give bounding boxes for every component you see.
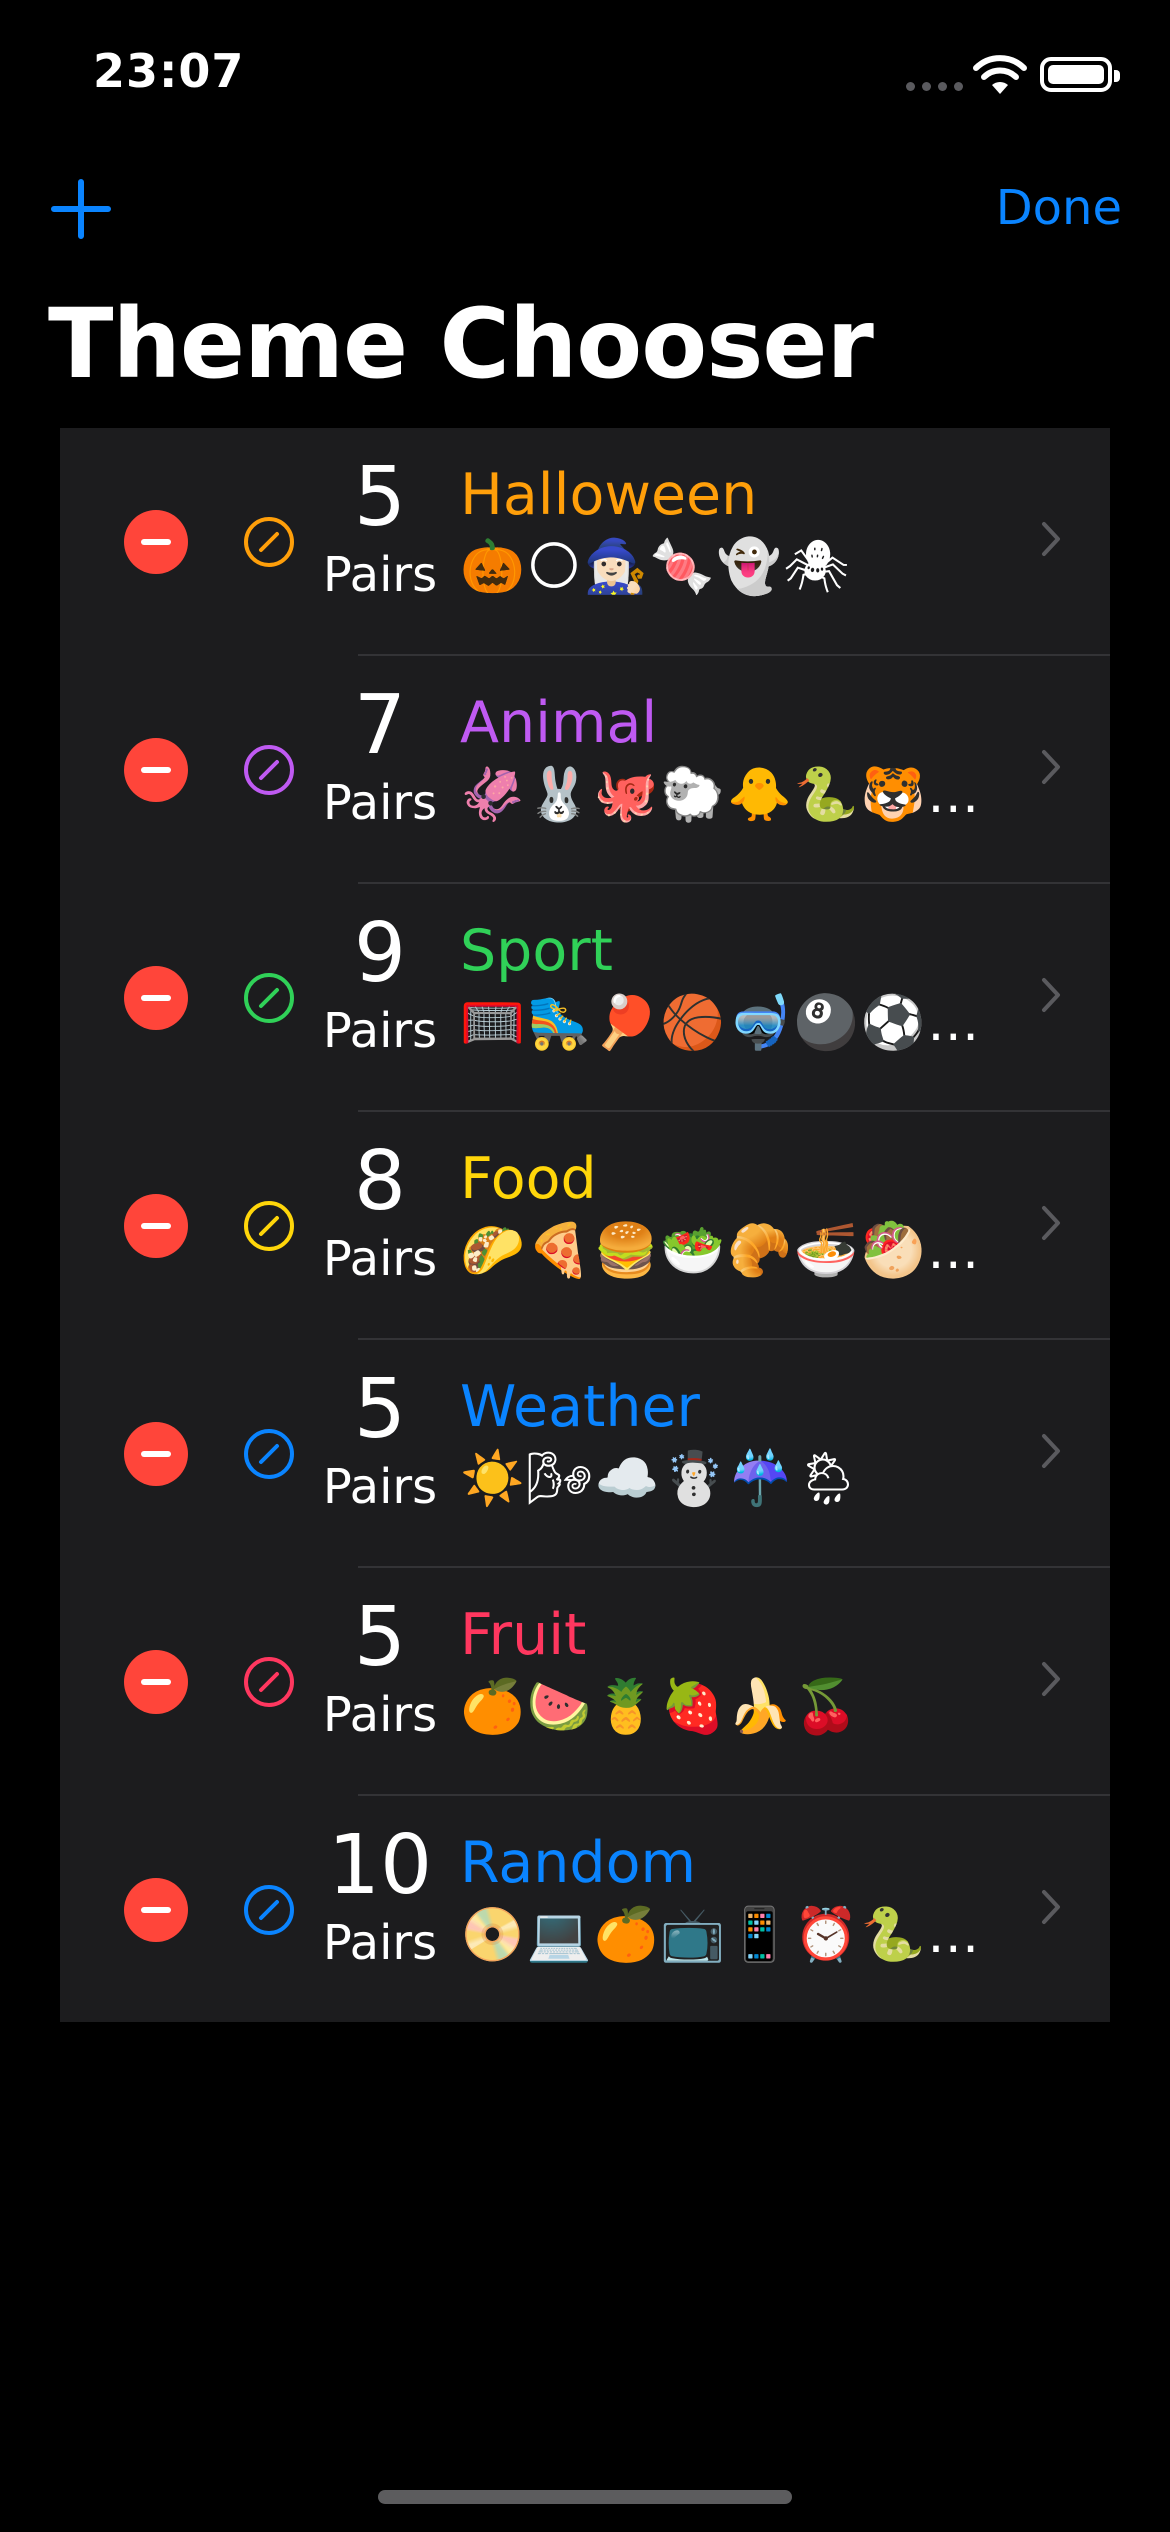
- theme-list: 5 Pairs Halloween 🎃🌕🧙🏻‍♀️🍬👻🕷 7 Pairs Ani…: [60, 428, 1110, 2022]
- chevron-right-icon[interactable]: [1040, 748, 1062, 786]
- pairs-label: Pairs: [322, 1915, 438, 1971]
- page-title: Theme Chooser: [48, 288, 874, 400]
- chevron-right-icon[interactable]: [1040, 1888, 1062, 1926]
- theme-emojis: 🎃🌕🧙🏻‍♀️🍬👻🕷: [460, 537, 852, 597]
- pairs-count: 5 Pairs: [310, 450, 450, 604]
- pairs-number: 5: [353, 1590, 407, 1685]
- theme-emojis: 🌮🍕🍔🥗🥐🍜🥙…: [460, 1221, 982, 1281]
- home-indicator: [378, 2490, 792, 2504]
- theme-row[interactable]: 8 Pairs Food 🌮🍕🍔🥗🥐🍜🥙…: [60, 1112, 1110, 1340]
- delete-icon[interactable]: [124, 1878, 188, 1942]
- status-time: 23:07: [93, 44, 245, 98]
- delete-icon[interactable]: [124, 738, 188, 802]
- add-theme-button[interactable]: [48, 176, 114, 242]
- chevron-right-icon[interactable]: [1040, 520, 1062, 558]
- edit-pencil-icon[interactable]: [242, 971, 296, 1025]
- theme-emojis: 🥅🛼🏓🏀🤿🎱⚽️…: [460, 993, 982, 1053]
- theme-row[interactable]: 5 Pairs Halloween 🎃🌕🧙🏻‍♀️🍬👻🕷: [60, 428, 1110, 656]
- theme-row[interactable]: 5 Pairs Fruit 🍊🍉🍍🍓🍌🍒: [60, 1568, 1110, 1796]
- theme-name: Weather: [460, 1374, 700, 1440]
- battery-icon: [1040, 57, 1120, 92]
- delete-icon[interactable]: [124, 510, 188, 574]
- chevron-right-icon[interactable]: [1040, 1432, 1062, 1470]
- edit-pencil-icon[interactable]: [242, 743, 296, 797]
- theme-row[interactable]: 9 Pairs Sport 🥅🛼🏓🏀🤿🎱⚽️…: [60, 884, 1110, 1112]
- chevron-right-icon[interactable]: [1040, 976, 1062, 1014]
- theme-row[interactable]: 7 Pairs Animal 🦑🐰🐙🐑🐥🐍🐯…: [60, 656, 1110, 884]
- pairs-number: 10: [327, 1818, 433, 1913]
- pairs-label: Pairs: [322, 1687, 438, 1743]
- pairs-number: 9: [353, 906, 407, 1001]
- edit-pencil-icon[interactable]: [242, 1427, 296, 1481]
- delete-icon[interactable]: [124, 1650, 188, 1714]
- status-bar: 23:07: [0, 0, 1170, 140]
- theme-emojis: 📀💻🍊📺📱⏰🐍…: [460, 1905, 982, 1965]
- theme-name: Fruit: [460, 1602, 587, 1668]
- delete-icon[interactable]: [124, 1194, 188, 1258]
- pairs-label: Pairs: [322, 1459, 438, 1515]
- pairs-label: Pairs: [322, 1003, 438, 1059]
- pairs-number: 5: [353, 1362, 407, 1457]
- theme-name: Sport: [460, 918, 614, 984]
- pairs-label: Pairs: [322, 547, 438, 603]
- edit-pencil-icon[interactable]: [242, 515, 296, 569]
- pairs-number: 8: [353, 1134, 407, 1229]
- edit-pencil-icon[interactable]: [242, 1655, 296, 1709]
- theme-row[interactable]: 5 Pairs Weather ☀️🌬☁️☃️☔️🌦: [60, 1340, 1110, 1568]
- chevron-right-icon[interactable]: [1040, 1660, 1062, 1698]
- edit-pencil-icon[interactable]: [242, 1883, 296, 1937]
- pairs-count: 8 Pairs: [310, 1134, 450, 1288]
- theme-emojis: ☀️🌬☁️☃️☔️🌦: [460, 1449, 864, 1509]
- theme-name: Random: [460, 1830, 696, 1896]
- done-button[interactable]: Done: [996, 180, 1122, 236]
- pairs-count: 9 Pairs: [310, 906, 450, 1060]
- theme-emojis: 🍊🍉🍍🍓🍌🍒: [460, 1677, 861, 1737]
- delete-icon[interactable]: [124, 1422, 188, 1486]
- theme-name: Food: [460, 1146, 597, 1212]
- theme-name: Halloween: [460, 462, 758, 528]
- pairs-count: 7 Pairs: [310, 678, 450, 832]
- edit-pencil-icon[interactable]: [242, 1199, 296, 1253]
- pairs-count: 5 Pairs: [310, 1362, 450, 1516]
- pairs-count: 10 Pairs: [310, 1818, 450, 1972]
- pairs-label: Pairs: [322, 775, 438, 831]
- pairs-label: Pairs: [322, 1231, 438, 1287]
- theme-emojis: 🦑🐰🐙🐑🐥🐍🐯…: [460, 765, 982, 825]
- theme-name: Animal: [460, 690, 658, 756]
- delete-icon[interactable]: [124, 966, 188, 1030]
- pairs-number: 7: [353, 678, 407, 773]
- wifi-icon: [973, 55, 1027, 94]
- pairs-count: 5 Pairs: [310, 1590, 450, 1744]
- chevron-right-icon[interactable]: [1040, 1204, 1062, 1242]
- theme-row[interactable]: 10 Pairs Random 📀💻🍊📺📱⏰🐍…: [60, 1796, 1110, 2024]
- cellular-signal-icon: [906, 82, 963, 91]
- pairs-number: 5: [353, 450, 407, 545]
